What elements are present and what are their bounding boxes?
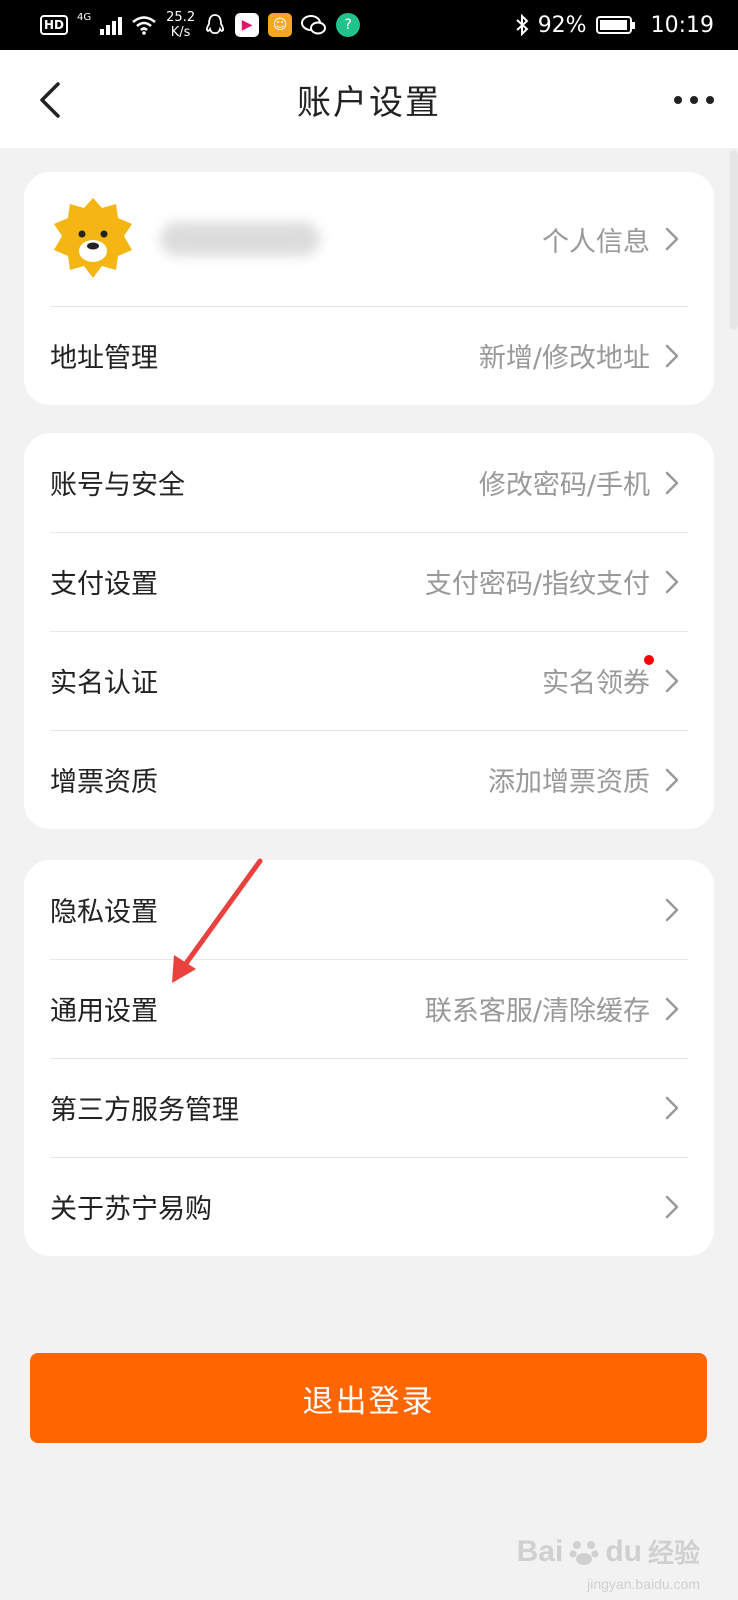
- row-value-with-badge: 实名领券: [542, 655, 654, 700]
- chevron-right-icon: [665, 1195, 679, 1218]
- hd-indicator: HD: [40, 15, 69, 35]
- row-value: 添加增票资质: [488, 767, 650, 798]
- annotation-arrow-icon: [172, 858, 263, 983]
- notification-dot: [644, 655, 654, 665]
- chevron-right-icon: [665, 997, 679, 1020]
- settings-row-general[interactable]: 通用设置 联系客服/清除缓存: [24, 959, 714, 1058]
- settings-row-real-name[interactable]: 实名认证 实名领券: [24, 631, 714, 730]
- security-payment-card: 账号与安全 修改密码/手机 支付设置 支付密码/指纹支付 实名认证 实名领券 增…: [24, 433, 714, 829]
- video-app-icon: ▶: [235, 13, 260, 37]
- wifi-icon: [132, 16, 156, 35]
- row-label: 账号与安全: [50, 470, 185, 501]
- logout-button[interactable]: 退出登录: [30, 1353, 707, 1443]
- help-app-icon: ?: [336, 13, 361, 37]
- baidu-watermark: Bai du 经验: [516, 1534, 700, 1569]
- qq-icon: [206, 14, 225, 34]
- row-value: 支付密码/指纹支付: [424, 569, 650, 600]
- settings-row-address[interactable]: 地址管理 新增/修改地址: [24, 306, 714, 405]
- row-value: 联系客服/清除缓存: [424, 996, 650, 1027]
- settings-row-vat-invoice[interactable]: 增票资质 添加增票资质: [24, 730, 714, 829]
- network-speed: 25.2 K/s: [166, 10, 196, 40]
- username-blurred: [160, 222, 320, 256]
- avatar-lion-icon: [54, 198, 132, 278]
- battery-icon: [595, 16, 635, 34]
- row-label: 增票资质: [50, 767, 158, 798]
- back-arrow-icon[interactable]: [36, 82, 64, 118]
- row-label: 关于苏宁易购: [50, 1194, 212, 1225]
- chevron-right-icon: [665, 344, 679, 367]
- row-label: 第三方服务管理: [50, 1095, 239, 1126]
- signal-icon: [100, 15, 123, 35]
- row-label: 通用设置: [50, 996, 158, 1027]
- chevron-right-icon: [665, 570, 679, 593]
- chevron-right-icon: [665, 471, 679, 494]
- profile-card: 个人信息 地址管理 新增/修改地址: [24, 172, 714, 405]
- profile-info-link: 个人信息: [542, 226, 650, 258]
- row-label: 支付设置: [50, 569, 158, 600]
- status-bar: HD 4G 25.2 K/s ▶ ☺ ? 92% 10:19: [0, 0, 738, 50]
- wechat-icon: [301, 15, 327, 35]
- news-app-icon: ☺: [268, 13, 293, 37]
- row-label: 实名认证: [50, 668, 158, 699]
- row-label: 地址管理: [50, 343, 158, 374]
- row-label: 隐私设置: [50, 897, 158, 928]
- chevron-right-icon: [665, 898, 679, 921]
- clock: 10:19: [650, 12, 714, 38]
- bluetooth-icon: [516, 14, 529, 36]
- page-title: 账户设置: [297, 82, 441, 123]
- settings-row-account-security[interactable]: 账号与安全 修改密码/手机: [24, 433, 714, 532]
- settings-row-third-party[interactable]: 第三方服务管理: [24, 1058, 714, 1157]
- scroll-indicator: [730, 150, 738, 330]
- paw-icon: [569, 1540, 599, 1565]
- settings-row-payment[interactable]: 支付设置 支付密码/指纹支付: [24, 532, 714, 631]
- row-value: 修改密码/手机: [478, 470, 650, 501]
- settings-row-about[interactable]: 关于苏宁易购: [24, 1157, 714, 1256]
- network-type: 4G: [77, 11, 92, 23]
- chevron-right-icon: [665, 669, 679, 692]
- general-settings-card: 隐私设置 通用设置 联系客服/清除缓存 第三方服务管理 关于苏宁易购: [24, 860, 714, 1256]
- chevron-right-icon: [665, 227, 679, 251]
- profile-row[interactable]: 个人信息: [24, 172, 714, 306]
- watermark-url: jingyan.baidu.com: [587, 1576, 700, 1592]
- battery-percent: 92%: [537, 12, 587, 38]
- chevron-right-icon: [665, 768, 679, 791]
- chevron-right-icon: [665, 1096, 679, 1119]
- nav-bar: 账户设置: [0, 50, 738, 148]
- more-options-icon[interactable]: [674, 96, 714, 104]
- settings-row-privacy[interactable]: 隐私设置: [24, 860, 714, 959]
- row-value: 新增/修改地址: [478, 343, 650, 374]
